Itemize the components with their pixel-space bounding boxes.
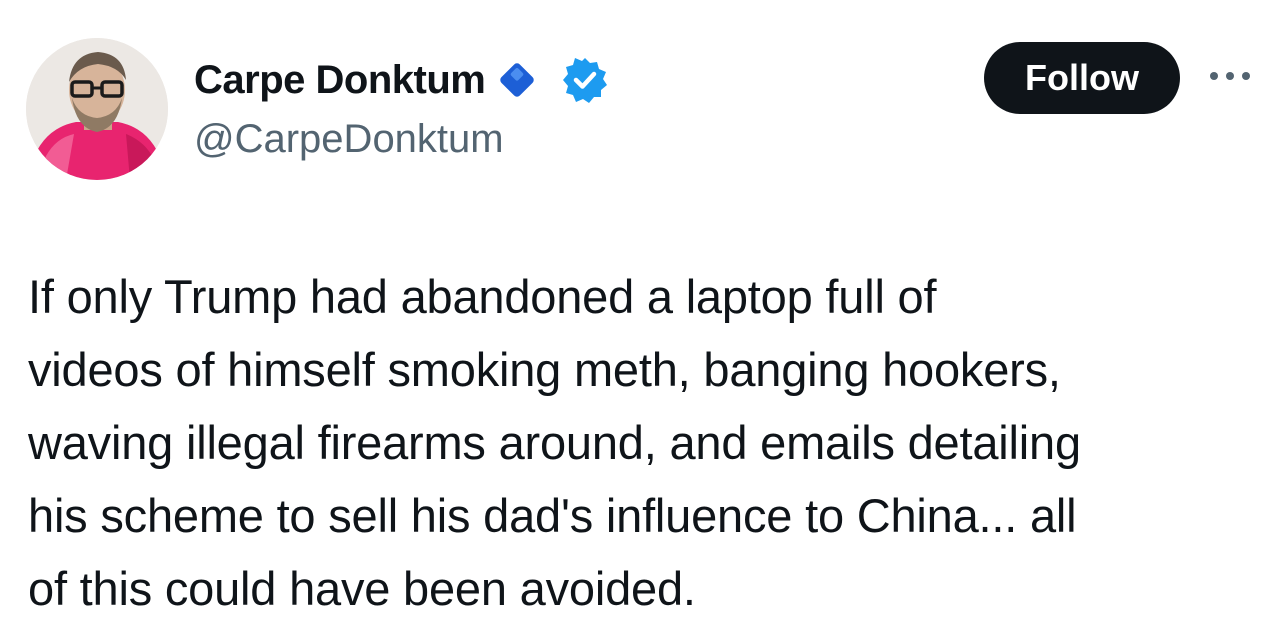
follow-button[interactable]: Follow xyxy=(984,42,1180,114)
tweet-text: If only Trump had abandoned a laptop ful… xyxy=(28,270,1081,615)
author-name-row: Carpe Donktum xyxy=(194,54,609,106)
more-dots-icon[interactable] xyxy=(1208,66,1252,86)
verified-checkmark-icon[interactable] xyxy=(561,56,609,104)
author-display-name[interactable]: Carpe Donktum xyxy=(194,54,486,106)
avatar[interactable] xyxy=(26,38,168,180)
blue-diamond-icon xyxy=(500,63,535,97)
avatar-portrait xyxy=(26,38,168,180)
author-handle[interactable]: @CarpeDonktum xyxy=(194,114,504,164)
